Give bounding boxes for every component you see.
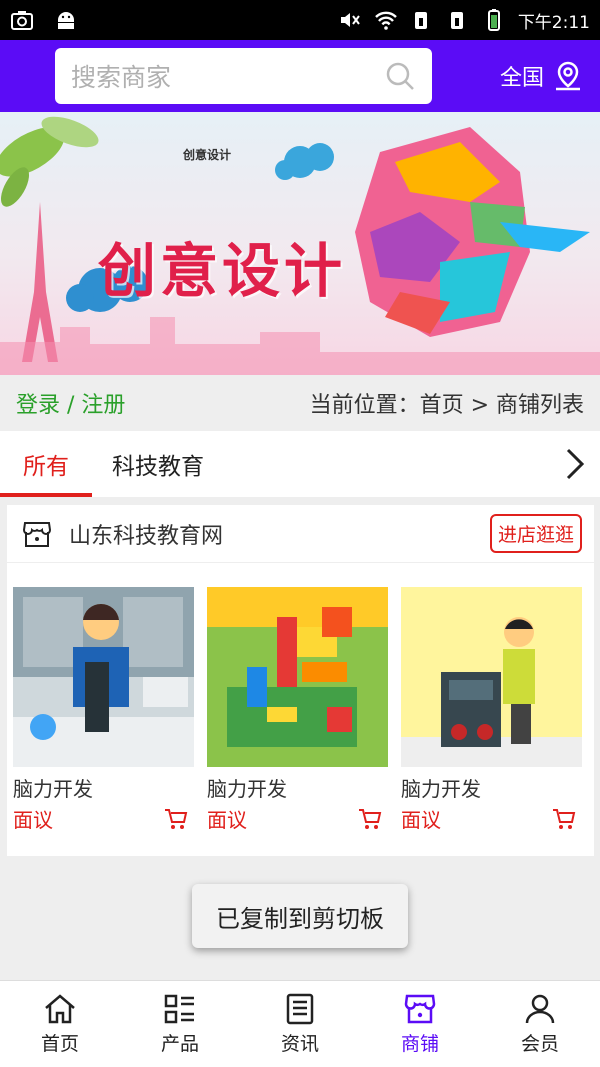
tab-tech-education[interactable]: 科技教育 (92, 431, 204, 497)
product-item[interactable]: 脑力开发 面议 (13, 587, 194, 833)
product-item[interactable]: 脑力开发 面议 (401, 587, 582, 833)
product-name[interactable]: 脑力开发 (207, 773, 388, 802)
sim2-signal-icon (450, 12, 463, 29)
nav-shops[interactable]: 商铺 (360, 981, 480, 1067)
tabs-next-button[interactable] (550, 431, 600, 497)
home-icon[interactable] (43, 993, 77, 1025)
login-register-link[interactable]: 登录 / 注册 (16, 387, 125, 419)
product-image[interactable] (207, 587, 388, 767)
search-box[interactable]: 搜索商家 (55, 48, 432, 104)
product-list: 脑力开发 面议 脑力开发 面议 脑力开发 面议 (7, 563, 594, 833)
shop-card: 山东科技教育网 进店逛逛 脑力开发 面议 脑力开发 面议 脑力开发 面议 (7, 505, 594, 856)
search-icon[interactable] (384, 60, 416, 92)
store-icon (22, 521, 52, 547)
app-header: 搜索商家 全国 (0, 40, 600, 112)
grid-list-icon[interactable] (163, 993, 197, 1025)
region-label[interactable]: 全国 (500, 60, 544, 92)
nav-home[interactable]: 首页 (0, 981, 120, 1067)
status-time: 下午2:11 (517, 12, 590, 33)
breadcrumb: 当前位置：首页 > 商铺列表 (309, 393, 584, 418)
news-icon[interactable] (283, 993, 317, 1025)
chevron-right-icon[interactable] (564, 447, 586, 481)
product-name[interactable]: 脑力开发 (13, 773, 194, 802)
nav-shops-label[interactable]: 商铺 (401, 1029, 439, 1056)
nav-news-label[interactable]: 资讯 (281, 1029, 319, 1056)
product-image[interactable] (13, 587, 194, 767)
banner-brand-text: 创意设计 (183, 148, 232, 162)
enter-shop-button[interactable]: 进店逛逛 (489, 514, 582, 553)
region-selector[interactable]: 全国 (500, 60, 584, 92)
nav-member[interactable]: 会员 (480, 981, 600, 1067)
cart-icon[interactable] (164, 808, 188, 830)
nav-home-label[interactable]: 首页 (41, 1029, 79, 1056)
screenshot-icon (11, 11, 33, 30)
status-bar: 下午2:11 (0, 0, 600, 40)
product-price: 面议 (13, 808, 53, 832)
category-tabs: 所有 科技教育 (0, 431, 600, 497)
tab-all[interactable]: 所有 (0, 431, 92, 497)
location-pin-icon[interactable] (552, 60, 584, 92)
product-image[interactable] (401, 587, 582, 767)
promo-banner[interactable]: 创意设计 创意设计 (0, 112, 600, 375)
user-icon[interactable] (523, 993, 557, 1025)
mute-icon (340, 13, 360, 27)
wifi-icon (374, 11, 397, 30)
nav-products[interactable]: 产品 (120, 981, 240, 1067)
store-icon[interactable] (403, 993, 437, 1025)
banner-title: 创意设计 (98, 237, 347, 305)
nav-news[interactable]: 资讯 (240, 981, 360, 1067)
shop-name[interactable]: 山东科技教育网 (69, 518, 223, 550)
nav-member-label[interactable]: 会员 (521, 1029, 559, 1056)
nav-products-label[interactable]: 产品 (161, 1029, 199, 1056)
cart-icon[interactable] (358, 808, 382, 830)
location-bar: 登录 / 注册 当前位置：首页 > 商铺列表 (0, 375, 600, 431)
toast-message: 已复制到剪切板 (192, 884, 408, 948)
product-price: 面议 (207, 808, 247, 832)
product-name[interactable]: 脑力开发 (401, 773, 582, 802)
product-price: 面议 (401, 808, 441, 832)
search-placeholder[interactable]: 搜索商家 (71, 58, 384, 94)
sim1-signal-icon (414, 12, 427, 29)
android-icon (58, 12, 74, 29)
product-item[interactable]: 脑力开发 面议 (207, 587, 388, 833)
cart-icon[interactable] (552, 808, 576, 830)
battery-icon (487, 9, 500, 31)
bottom-nav: 首页 产品 资讯 商铺 会员 (0, 980, 600, 1067)
shop-header: 山东科技教育网 进店逛逛 (7, 505, 594, 563)
